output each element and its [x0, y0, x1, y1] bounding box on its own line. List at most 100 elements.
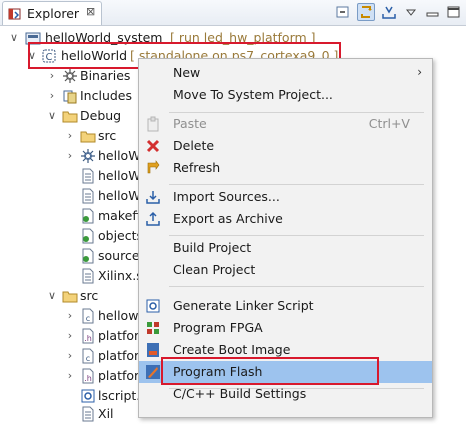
menu-item-refresh[interactable]: Refresh — [139, 157, 432, 179]
chevron-right-icon[interactable]: › — [64, 129, 76, 143]
tree-item[interactable]: ∨ Debug — [0, 106, 140, 126]
filter-icon[interactable] — [380, 3, 398, 21]
chevron-right-icon[interactable]: › — [64, 309, 76, 323]
chevron-right-icon[interactable]: › — [64, 349, 76, 363]
tree-item[interactable]: ∨ src — [0, 286, 140, 306]
paste-icon — [147, 116, 159, 132]
menu-item-label: Paste — [173, 116, 207, 131]
chevron-right-icon[interactable]: › — [64, 369, 76, 383]
chevron-down-icon[interactable]: ∨ — [8, 31, 20, 45]
menu-item-label: Build Project — [173, 240, 252, 255]
tree-item-label: src — [98, 128, 117, 143]
menu-item-import-sources[interactable]: Import Sources... — [139, 186, 432, 208]
menu-item-new[interactable]: New › — [139, 62, 432, 84]
linker-script-icon — [146, 299, 160, 313]
file-icon — [82, 406, 94, 422]
tree-item[interactable]: helloWo — [0, 186, 147, 206]
tree-item-label: src — [80, 288, 99, 303]
chevron-down-icon[interactable]: ∨ — [46, 289, 58, 303]
file-icon — [82, 168, 94, 184]
menu-item-label: Refresh — [173, 160, 221, 175]
svg-text:c: c — [86, 314, 90, 323]
menu-item-label: Generate Linker Script — [173, 298, 314, 313]
menu-item-label: Import Sources... — [173, 189, 280, 204]
chevron-down-icon[interactable]: ∨ — [46, 109, 58, 123]
makefile-icon — [82, 248, 94, 264]
tree-item[interactable]: makefil — [0, 206, 144, 226]
view-title-bar: Explorer ⊠ — [0, 0, 466, 26]
folder-icon — [62, 111, 78, 123]
program-flash-highlight-box — [161, 357, 379, 385]
maximize-icon[interactable] — [445, 3, 463, 21]
tree-item[interactable]: helloWo — [0, 166, 147, 186]
view-menu-icon[interactable] — [402, 3, 420, 21]
makefile-icon — [82, 228, 94, 244]
includes-icon — [63, 90, 77, 104]
tree-item-label: Includes — [80, 88, 133, 103]
menu-item-label: C/C++ Build Settings — [173, 386, 307, 401]
close-icon[interactable]: ⊠ — [86, 5, 95, 18]
h-file-icon: .h — [82, 328, 94, 344]
delete-icon — [146, 139, 160, 153]
chevron-right-icon[interactable]: › — [46, 69, 58, 83]
tree-item[interactable]: › c platforn — [0, 346, 147, 366]
import-icon — [146, 191, 160, 204]
menu-item-generate-linker-script[interactable]: Generate Linker Script — [139, 295, 432, 317]
c-file-icon: c — [82, 348, 94, 364]
chevron-right-icon[interactable]: › — [46, 89, 58, 103]
menu-item-export-archive[interactable]: Export as Archive — [139, 208, 432, 230]
tree-item[interactable]: › Includes — [0, 86, 140, 106]
linker-script-icon — [81, 389, 95, 403]
menu-item-delete[interactable]: Delete — [139, 135, 432, 157]
tree-item-label: Debug — [80, 108, 122, 123]
gear-binary-icon — [81, 149, 95, 163]
minimize-icon[interactable] — [424, 3, 442, 21]
explorer-view-icon — [8, 8, 21, 20]
c-file-icon: c — [82, 308, 94, 324]
menu-item-shortcut: Ctrl+V — [368, 116, 410, 131]
tree-item[interactable]: › helloWo — [0, 146, 147, 166]
export-icon — [146, 211, 160, 226]
tree-item-label: Binaries — [80, 68, 131, 83]
menu-item-label: Delete — [173, 138, 215, 153]
chevron-right-icon[interactable]: › — [64, 329, 76, 343]
menu-item-label: Move To System Project... — [173, 87, 333, 102]
svg-text:.h: .h — [84, 334, 92, 343]
chevron-right-icon[interactable]: › — [64, 149, 76, 163]
boot-image-icon — [147, 343, 159, 357]
menu-separator — [169, 286, 424, 287]
tree-item[interactable]: › .h platforn — [0, 326, 147, 346]
explorer-tab[interactable]: Explorer ⊠ — [2, 1, 102, 25]
chevron-right-icon: › — [417, 65, 422, 79]
tree-item[interactable]: › Binaries — [0, 66, 140, 86]
menu-item-move-to-system[interactable]: Move To System Project... — [139, 84, 432, 106]
folder-icon — [62, 291, 78, 303]
menu-item-paste[interactable]: Paste Ctrl+V — [139, 113, 432, 135]
link-with-editor-icon[interactable] — [357, 3, 375, 21]
menu-item-label: New — [173, 65, 201, 80]
menu-separator — [169, 184, 424, 185]
menu-item-label: Create Boot Image — [173, 342, 291, 357]
tree-item[interactable]: lscript.l — [0, 386, 144, 406]
menu-item-label: Export as Archive — [173, 211, 283, 226]
menu-item-build-project[interactable]: Build Project — [139, 237, 432, 259]
binaries-icon — [63, 69, 77, 83]
menu-item-cpp-build-settings[interactable]: C/C++ Build Settings — [139, 383, 432, 405]
menu-item-clean-project[interactable]: Clean Project — [139, 259, 432, 281]
tree-item[interactable]: › src — [0, 126, 140, 146]
tree-item[interactable]: Xilinx.sp — [0, 266, 151, 286]
refresh-icon — [147, 160, 160, 174]
program-flash-icon — [146, 365, 160, 379]
collapse-all-icon[interactable] — [334, 3, 352, 21]
tree-item-label: makefil — [98, 208, 144, 223]
program-fpga-icon — [147, 322, 159, 334]
tree-item[interactable]: › .h platforn — [0, 366, 147, 386]
folder-icon — [80, 131, 96, 143]
tree-item[interactable]: › c hellowo — [0, 306, 146, 326]
menu-separator — [169, 235, 424, 236]
tree-item[interactable]: Xil — [0, 404, 140, 424]
tree-item[interactable]: objects — [0, 226, 143, 246]
menu-item-program-fpga[interactable]: Program FPGA — [139, 317, 432, 339]
tree-item[interactable]: sources — [0, 246, 146, 266]
menu-item-label: Program FPGA — [173, 320, 263, 335]
